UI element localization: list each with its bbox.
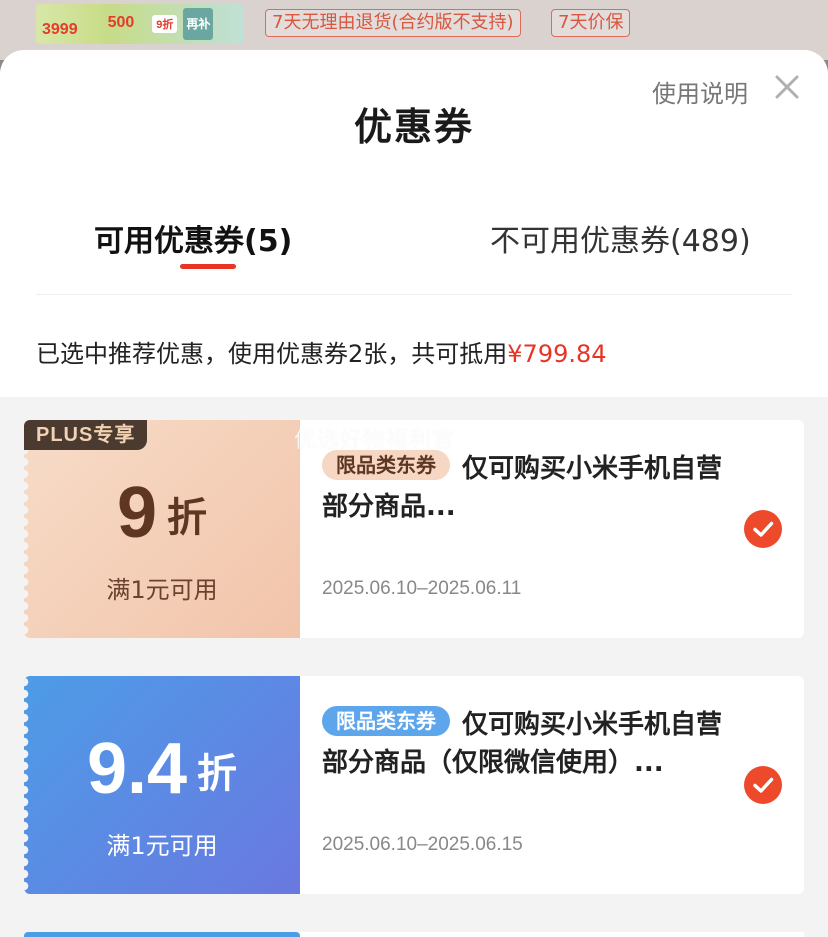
- tab-available[interactable]: 可用优惠券(5): [94, 216, 292, 260]
- category-tag: 限品类东券: [322, 450, 450, 480]
- coupon-tabs: 可用优惠券(5) 不可用优惠券(489): [0, 216, 828, 276]
- selected-check-icon[interactable]: [744, 510, 782, 548]
- coupon-description-block: 限品类东券 仅可购买小米手机自营部分商品（仅限微信使用）...: [322, 706, 732, 782]
- discount-value: 9.4: [86, 729, 188, 809]
- coupon-threshold: 满1元可用: [106, 576, 218, 604]
- summary-text: 已选中推荐优惠，使用优惠券2张，共可抵用: [36, 340, 508, 368]
- divider: [36, 294, 792, 295]
- selected-check-icon[interactable]: [744, 766, 782, 804]
- return-policy-chip: 7天无理由退货(合约版不支持): [265, 9, 521, 37]
- coupon-validity: 2025.06.10–2025.06.11: [322, 578, 522, 599]
- category-tag: 限品类东券: [322, 706, 450, 736]
- coupon-discount: 9折: [24, 472, 300, 554]
- coupon-value-panel: 9.4 折 满1元可用: [24, 676, 300, 894]
- coupon-validity: 2025.06.10–2025.06.15: [322, 834, 523, 855]
- usage-instructions-link[interactable]: 使用说明: [652, 74, 748, 109]
- discount-unit: 折: [167, 496, 208, 540]
- sheet-header: 优惠券 使用说明 可用优惠券(5) 不可用优惠券(489) 已选中推荐优惠，使用…: [0, 50, 828, 397]
- tab-unavailable[interactable]: 不可用优惠券(489): [490, 216, 751, 260]
- coupon-value-panel: PLUS专享 9折 满1元可用: [24, 420, 300, 638]
- close-icon[interactable]: [772, 72, 802, 102]
- discount-unit: 折: [197, 752, 238, 796]
- watermark-text: 优选好物福利官: [294, 428, 456, 453]
- coupon-threshold: 满1元可用: [106, 832, 218, 860]
- coupon-info-panel: 限品类东券 仅可购买小米手机自营部分商品（仅限微信使用）... 2025.06.1…: [300, 676, 804, 894]
- banner-price: 3999: [42, 21, 78, 38]
- next-coupon-card-peek: [24, 932, 300, 937]
- coupon-description-block: 限品类东券 仅可购买小米手机自营部分商品...: [322, 450, 732, 526]
- banner-value: 500: [107, 14, 135, 31]
- banner-subsidy: 再补: [183, 8, 214, 40]
- summary-amount: ¥799.84: [507, 340, 607, 368]
- promo-banner: 3999 500 9折 再补: [36, 4, 244, 44]
- plus-badge: PLUS专享: [24, 420, 148, 450]
- coupon-discount: 9.4 折: [24, 728, 300, 810]
- price-protect-chip: 7天价保: [551, 9, 631, 37]
- selection-summary: 已选中推荐优惠，使用优惠券2张，共可抵用¥799.84: [36, 334, 607, 369]
- banner-discount-tag: 9折: [152, 15, 178, 33]
- active-tab-indicator: [180, 264, 236, 269]
- discount-value: 9: [116, 473, 158, 553]
- coupon-card[interactable]: 9.4 折 满1元可用 限品类东券 仅可购买小米手机自营部分商品（仅限微信使用）..…: [24, 676, 804, 894]
- next-coupon-card-peek-right: [300, 932, 804, 937]
